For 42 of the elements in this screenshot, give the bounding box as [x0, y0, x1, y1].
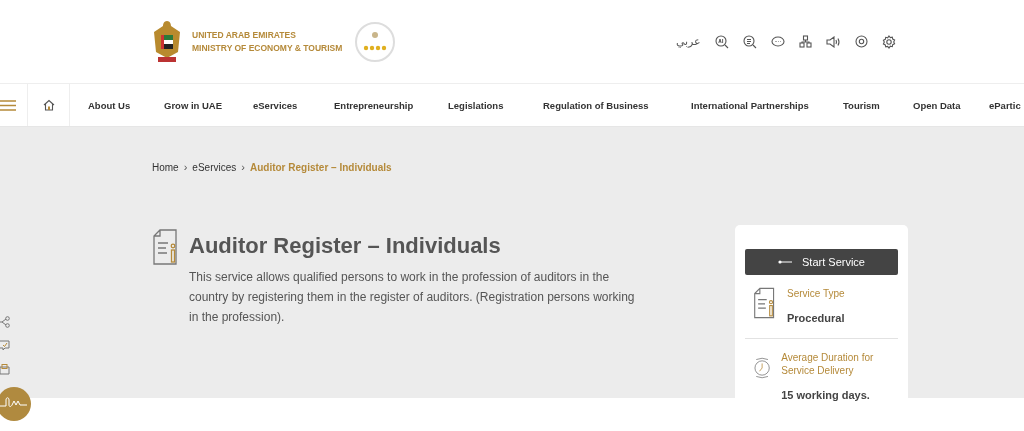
settings-icon[interactable] — [882, 34, 896, 49]
document-info-icon — [152, 229, 180, 265]
page-title: Auditor Register – Individuals — [189, 233, 502, 259]
print-icon[interactable] — [0, 364, 10, 375]
breadcrumb-link[interactable]: eServices — [192, 161, 237, 173]
menu-icon[interactable] — [0, 99, 16, 111]
document-info-icon — [753, 287, 777, 319]
nav-link[interactable]: eServices — [253, 99, 334, 111]
fact-value: Procedural — [787, 312, 845, 324]
ai-search-icon[interactable] — [715, 34, 729, 49]
language-link[interactable]: عربي — [676, 35, 701, 48]
speaker-icon[interactable] — [826, 35, 841, 48]
nav-link[interactable]: Entrepreneurship — [334, 99, 448, 111]
share-icon[interactable] — [0, 316, 10, 328]
nav-link[interactable]: About Us — [88, 99, 164, 111]
sitemap-icon[interactable] — [799, 35, 812, 48]
arrow-left-icon — [778, 260, 792, 264]
organization-name: UNITED ARAB EMIRATES — [192, 28, 297, 42]
breadcrumb-link[interactable]: Home — [152, 161, 179, 173]
emblem-icon — [152, 18, 182, 65]
feedback-icon[interactable] — [0, 340, 10, 352]
home-icon[interactable] — [42, 99, 55, 111]
chevron-icon: › — [241, 161, 245, 173]
organization-name: MINISTRY OF ECONOMY & TOURISM — [192, 41, 343, 55]
nav-link[interactable]: Tourism — [843, 99, 913, 111]
nav-link[interactable]: Grow in UAE — [164, 99, 253, 111]
nav-link[interactable]: Open Data — [913, 99, 989, 111]
contrast-icon[interactable] — [855, 35, 868, 48]
rating-badge-icon — [354, 20, 397, 63]
start-service-button[interactable]: Start Service — [745, 249, 898, 275]
fact-label: Average Duration for Service Delivery — [781, 351, 875, 377]
assistant-badge-icon[interactable] — [0, 387, 31, 421]
service-description: This service allows qualified persons to work in the profession of auditors in the country by registering them in the register of auditors. (Registration persons working in the profession). — [189, 269, 636, 326]
fact-value: 15 working days. — [781, 389, 871, 401]
zoom-icon[interactable] — [743, 34, 757, 49]
nav-link[interactable]: ePartic — [989, 99, 1021, 111]
nav-link[interactable]: International Partnerships — [691, 99, 843, 111]
chat-icon[interactable] — [771, 35, 785, 48]
nav-link[interactable]: Regulation of Business — [543, 99, 691, 111]
nav-link[interactable]: Legislations — [448, 99, 543, 111]
fact-label: Service Type — [787, 287, 845, 300]
chevron-icon: › — [183, 161, 188, 173]
